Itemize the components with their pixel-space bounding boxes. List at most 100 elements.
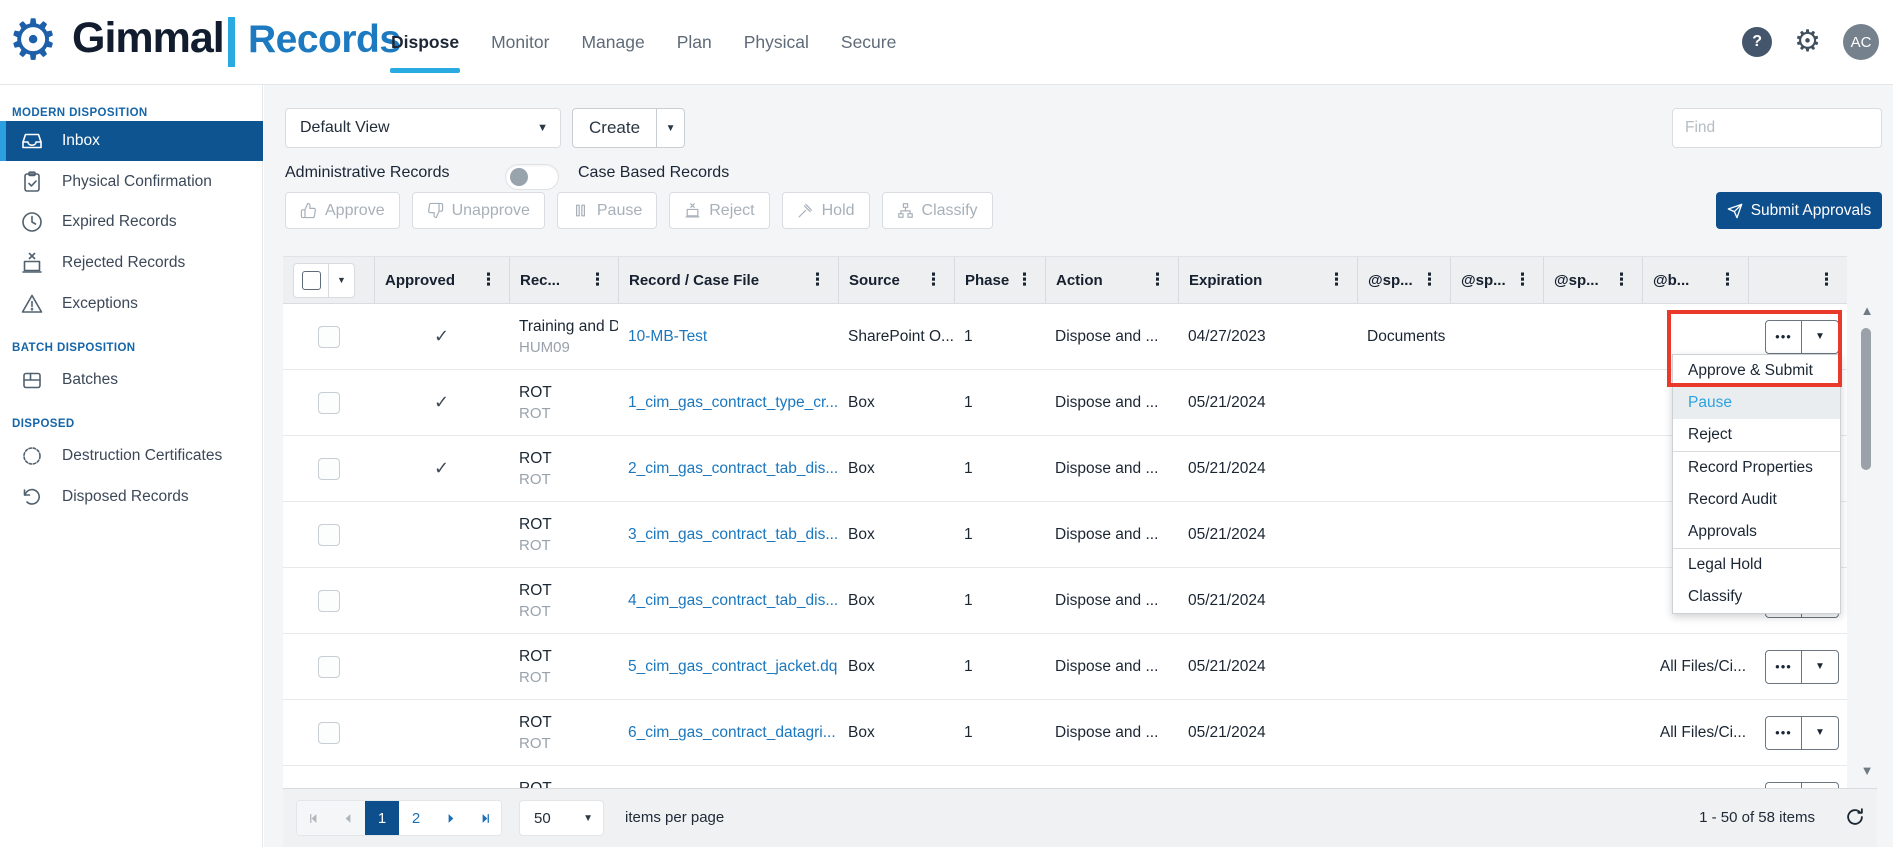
sidebar-item-destruction-certificates[interactable]: Destruction Certificates — [0, 436, 263, 476]
column-header-sp[interactable]: @sp...⋮ — [1357, 257, 1450, 303]
select-all-control[interactable]: ▼ — [293, 263, 355, 298]
scroll-down-arrow[interactable]: ▼ — [1858, 762, 1876, 780]
column-menu-kebab-icon[interactable]: ⋮ — [1421, 270, 1438, 290]
row-checkbox[interactable] — [318, 392, 340, 414]
settings-gear-icon[interactable]: ⚙ — [1794, 27, 1821, 57]
column-menu-kebab-icon[interactable]: ⋮ — [925, 270, 942, 290]
record-link[interactable]: 4_cim_gas_contract_tab_dis... — [628, 592, 838, 610]
create-button[interactable]: Create — [573, 109, 656, 147]
column-menu-kebab-icon[interactable]: ⋮ — [1613, 270, 1630, 290]
column-header-sp[interactable]: @sp...⋮ — [1543, 257, 1642, 303]
nav-tab-monitor[interactable]: Monitor — [490, 4, 550, 81]
menu-item-classify[interactable]: Classify — [1673, 581, 1840, 613]
unapprove-button[interactable]: Unapprove — [412, 192, 545, 229]
column-menu-kebab-icon[interactable]: ⋮ — [1719, 270, 1736, 290]
row-checkbox[interactable] — [318, 458, 340, 480]
column-menu-kebab-icon[interactable]: ⋮ — [480, 270, 497, 290]
records-type-toggle[interactable] — [505, 164, 559, 190]
pager-page-1[interactable]: 1 — [365, 801, 399, 835]
row-more-button[interactable]: ••• — [1766, 717, 1802, 749]
menu-item-record-properties[interactable]: Record Properties — [1673, 452, 1840, 484]
row-dropdown-button[interactable]: ▼ — [1802, 651, 1838, 683]
nav-tab-secure[interactable]: Secure — [840, 4, 897, 81]
column-menu-kebab-icon[interactable]: ⋮ — [1514, 270, 1531, 290]
column-header-expiration[interactable]: Expiration⋮ — [1178, 257, 1357, 303]
column-menu-kebab-icon[interactable]: ⋮ — [1149, 270, 1166, 290]
find-input[interactable] — [1672, 108, 1882, 148]
row-dropdown-button[interactable]: ▼ — [1802, 717, 1838, 749]
sidebar-item-physical-confirmation[interactable]: Physical Confirmation — [0, 162, 263, 202]
select-all-checkbox[interactable] — [294, 264, 328, 297]
column-header-action[interactable]: Action⋮ — [1045, 257, 1178, 303]
pager-last-button[interactable] — [467, 801, 501, 835]
nav-tab-plan[interactable]: Plan — [676, 4, 713, 81]
column-header-actions[interactable]: ⋮ — [1748, 257, 1847, 303]
row-checkbox[interactable] — [318, 722, 340, 744]
box-icon — [20, 368, 44, 392]
row-actions-group: •••▼ — [1765, 650, 1839, 684]
vertical-scrollbar-thumb[interactable] — [1861, 328, 1871, 470]
sidebar-item-disposed-records[interactable]: Disposed Records — [0, 477, 263, 517]
pause-button[interactable]: Pause — [557, 192, 657, 229]
menu-item-pause[interactable]: Pause — [1673, 387, 1840, 419]
table-row: ROTROT•••▼ — [283, 766, 1847, 788]
column-menu-kebab-icon[interactable]: ⋮ — [809, 270, 826, 290]
pager-first-button[interactable] — [297, 801, 331, 835]
approved-check-icon: ✓ — [434, 326, 449, 347]
column-menu-kebab-icon[interactable]: ⋮ — [1016, 270, 1033, 290]
sidebar-item-batches[interactable]: Batches — [0, 360, 263, 400]
column-menu-kebab-icon[interactable]: ⋮ — [1818, 270, 1835, 290]
menu-item-record-audit[interactable]: Record Audit — [1673, 484, 1840, 516]
menu-item-reject[interactable]: Reject — [1673, 419, 1840, 451]
record-link[interactable]: 2_cim_gas_contract_tab_dis... — [628, 460, 838, 478]
sidebar-item-inbox[interactable]: Inbox — [0, 121, 263, 161]
avatar[interactable]: AC — [1843, 24, 1879, 60]
page-size-select[interactable]: 50 ▼ — [519, 800, 604, 836]
select-dropdown-arrow[interactable]: ▼ — [328, 264, 354, 297]
column-header-sp[interactable]: @sp...⋮ — [1450, 257, 1543, 303]
row-checkbox[interactable] — [318, 590, 340, 612]
menu-item-legal-hold[interactable]: Legal Hold — [1673, 549, 1840, 581]
nav-tab-manage[interactable]: Manage — [580, 4, 645, 81]
pager-next-button[interactable] — [433, 801, 467, 835]
pager-prev-button[interactable] — [331, 801, 365, 835]
nav-tab-dispose[interactable]: Dispose — [390, 4, 460, 81]
scroll-up-arrow[interactable]: ▲ — [1858, 302, 1876, 320]
row-more-button[interactable]: ••• — [1766, 651, 1802, 683]
approve-button[interactable]: Approve — [285, 192, 400, 229]
column-header-rec[interactable]: Rec...⋮ — [509, 257, 618, 303]
classify-button[interactable]: Classify — [882, 192, 993, 229]
column-menu-kebab-icon[interactable]: ⋮ — [1328, 270, 1345, 290]
refresh-button[interactable] — [1844, 806, 1866, 828]
column-header-phase[interactable]: Phase⋮ — [954, 257, 1045, 303]
create-dropdown-arrow[interactable]: ▼ — [656, 109, 684, 147]
column-header-record-case-file[interactable]: Record / Case File⋮ — [618, 257, 838, 303]
sidebar-item-rejected-records[interactable]: Rejected Records — [0, 243, 263, 283]
warning-triangle-icon — [20, 292, 44, 316]
reject-button[interactable]: Reject — [669, 192, 769, 229]
row-checkbox[interactable] — [318, 524, 340, 546]
row-checkbox[interactable] — [318, 656, 340, 678]
record-link[interactable]: 6_cim_gas_contract_datagri... — [628, 724, 836, 742]
sidebar-item-expired-records[interactable]: Expired Records — [0, 202, 263, 242]
row-checkbox[interactable] — [318, 326, 340, 348]
pager-page-2[interactable]: 2 — [399, 801, 433, 835]
submit-approvals-button[interactable]: Submit Approvals — [1716, 192, 1882, 229]
column-header-approved[interactable]: Approved⋮ — [374, 257, 509, 303]
record-actions-toolbar: Approve Unapprove Pause Reject Hold Classify — [285, 192, 993, 229]
hold-button[interactable]: Hold — [782, 192, 870, 229]
column-menu-kebab-icon[interactable]: ⋮ — [589, 270, 606, 290]
column-header-source[interactable]: Source⋮ — [838, 257, 954, 303]
record-link[interactable]: 3_cim_gas_contract_tab_dis... — [628, 526, 838, 544]
nav-tab-physical[interactable]: Physical — [743, 4, 810, 81]
view-select[interactable]: Default View ▼ — [285, 108, 561, 148]
menu-item-approvals[interactable]: Approvals — [1673, 516, 1840, 548]
record-link[interactable]: 10-MB-Test — [628, 328, 707, 346]
sidebar-item-exceptions[interactable]: Exceptions — [0, 284, 263, 324]
chevron-down-icon: ▼ — [583, 813, 593, 824]
record-link[interactable]: 5_cim_gas_contract_jacket.dql — [628, 658, 838, 676]
record-link[interactable]: 1_cim_gas_contract_type_cr... — [628, 394, 838, 412]
column-header-b[interactable]: @b...⋮ — [1642, 257, 1748, 303]
help-button[interactable]: ? — [1742, 27, 1772, 57]
inbox-icon — [20, 129, 44, 153]
